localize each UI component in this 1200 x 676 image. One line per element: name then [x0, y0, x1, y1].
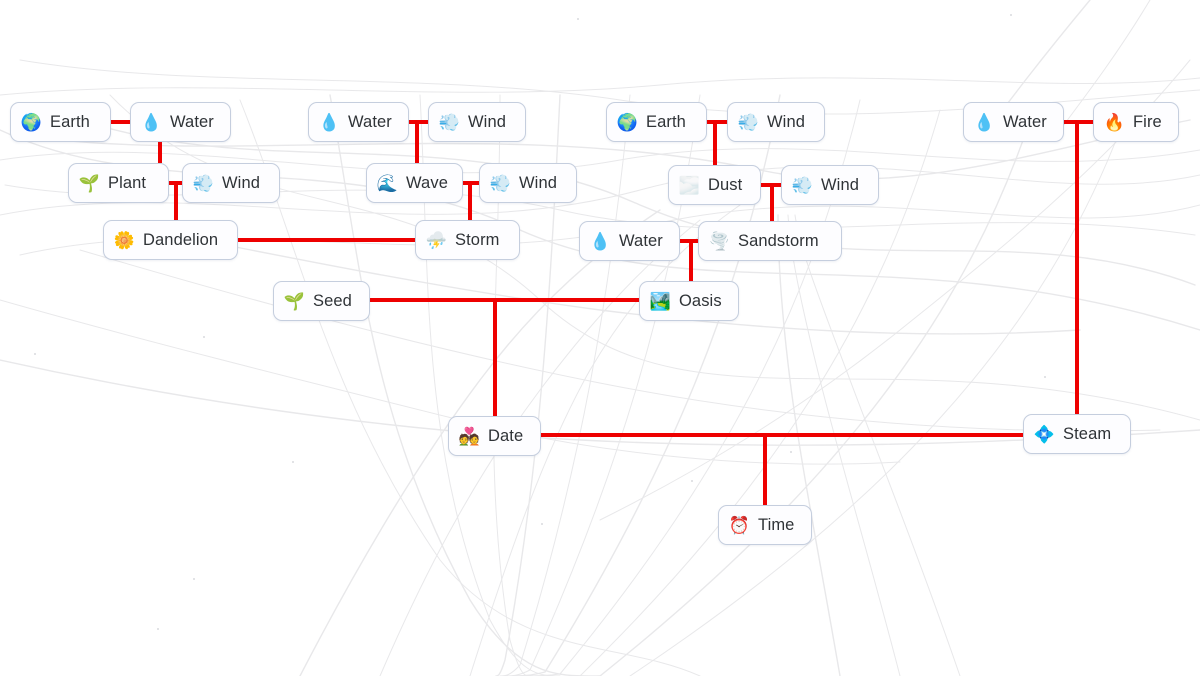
oasis-icon: 🏞️ — [649, 291, 672, 311]
web-line — [777, 214, 841, 676]
web-line — [0, 148, 1200, 174]
node-label: Water — [619, 231, 663, 250]
speck — [193, 578, 195, 580]
speck — [577, 18, 579, 20]
node-label: Dust — [708, 175, 743, 194]
node-label: Wave — [406, 173, 448, 192]
web-line — [629, 129, 1121, 676]
node-label: Wind — [222, 173, 260, 192]
node-label: Earth — [50, 112, 90, 131]
web-line — [0, 166, 1200, 216]
earth-icon: 🌍 — [20, 112, 43, 132]
speck — [691, 480, 693, 482]
wave-icon: 🌊 — [376, 173, 399, 193]
node-storm[interactable]: ⛈️ Storm — [415, 220, 520, 260]
node-plant[interactable]: 🌱 Plant — [68, 163, 169, 203]
node-fire1[interactable]: 🔥 Fire — [1093, 102, 1179, 142]
node-dandelion[interactable]: 🌼 Dandelion — [103, 220, 238, 260]
time-icon: ⏰ — [728, 515, 751, 535]
node-steam[interactable]: 💠 Steam — [1023, 414, 1131, 454]
web-line — [79, 249, 1161, 432]
steam-icon: 💠 — [1033, 424, 1056, 444]
node-label: Plant — [108, 173, 147, 192]
node-dust[interactable]: 🌫️ Dust — [668, 165, 761, 205]
web-line — [0, 77, 1200, 96]
fire-icon: 🔥 — [1103, 112, 1126, 132]
node-wind5[interactable]: 💨 Wind — [781, 165, 879, 205]
date-icon: 💑 — [458, 426, 481, 446]
node-time[interactable]: ⏰ Time — [718, 505, 812, 545]
node-label: Water — [1003, 112, 1047, 131]
wind-icon: 💨 — [791, 175, 814, 195]
node-water3[interactable]: 💧 Water — [963, 102, 1064, 142]
speck — [1044, 376, 1046, 378]
node-label: Wind — [767, 112, 805, 131]
wind-icon: 💨 — [489, 173, 512, 193]
node-water2[interactable]: 💧 Water — [308, 102, 409, 142]
node-label: Sandstorm — [738, 231, 819, 250]
node-earth1[interactable]: 🌍 Earth — [10, 102, 111, 142]
speck — [1010, 14, 1012, 16]
speck — [34, 353, 36, 355]
water-icon: 💧 — [318, 112, 341, 132]
node-wind2[interactable]: 💨 Wind — [727, 102, 825, 142]
node-label: Seed — [313, 291, 352, 310]
node-label: Earth — [646, 112, 686, 131]
water-icon: 💧 — [973, 112, 996, 132]
node-wind3[interactable]: 💨 Wind — [182, 163, 280, 203]
web-line — [0, 359, 1200, 446]
web-line — [239, 99, 701, 676]
node-label: Water — [170, 112, 214, 131]
node-earth2[interactable]: 🌍 Earth — [606, 102, 707, 142]
node-date[interactable]: 💑 Date — [448, 416, 541, 456]
water-icon: 💧 — [140, 112, 163, 132]
dandelion-icon: 🌼 — [113, 230, 136, 250]
speck — [541, 523, 543, 525]
node-label: Wind — [468, 112, 506, 131]
speck — [790, 451, 792, 453]
node-seed[interactable]: 🌱 Seed — [273, 281, 370, 321]
node-sandstorm[interactable]: 🌪️ Sandstorm — [698, 221, 842, 261]
seed-icon: 🌱 — [283, 291, 306, 311]
storm-icon: ⛈️ — [425, 230, 448, 250]
node-label: Wind — [821, 175, 859, 194]
sandstorm-icon: 🌪️ — [708, 231, 731, 251]
node-label: Steam — [1063, 424, 1112, 443]
node-label: Wind — [519, 173, 557, 192]
wind-icon: 💨 — [192, 173, 215, 193]
wind-icon: 💨 — [737, 112, 760, 132]
node-wave[interactable]: 🌊 Wave — [366, 163, 463, 203]
web-line — [794, 214, 961, 676]
node-label: Storm — [455, 230, 500, 249]
node-label: Water — [348, 112, 392, 131]
crafting-tree-canvas[interactable]: 🌍 Earth 💧 Water 💧 Water 💨 Wind 🌍 Earth 💨 Wind 💧 Water… — [0, 0, 1200, 676]
plant-icon: 🌱 — [78, 173, 101, 193]
node-label: Dandelion — [143, 230, 219, 249]
water-icon: 💧 — [589, 231, 612, 251]
speck — [203, 336, 205, 338]
web-line — [787, 214, 901, 676]
node-oasis[interactable]: 🏞️ Oasis — [639, 281, 739, 321]
node-wind1[interactable]: 💨 Wind — [428, 102, 526, 142]
speck — [292, 461, 294, 463]
node-wind4[interactable]: 💨 Wind — [479, 163, 577, 203]
node-label: Date — [488, 426, 524, 445]
node-label: Oasis — [679, 291, 722, 310]
wind-icon: 💨 — [438, 112, 461, 132]
dust-icon: 🌫️ — [678, 175, 701, 195]
node-water1[interactable]: 💧 Water — [130, 102, 231, 142]
node-label: Time — [758, 515, 795, 534]
node-label: Fire — [1133, 112, 1162, 131]
speck — [157, 628, 159, 630]
node-water4[interactable]: 💧 Water — [579, 221, 680, 261]
earth-icon: 🌍 — [616, 112, 639, 132]
